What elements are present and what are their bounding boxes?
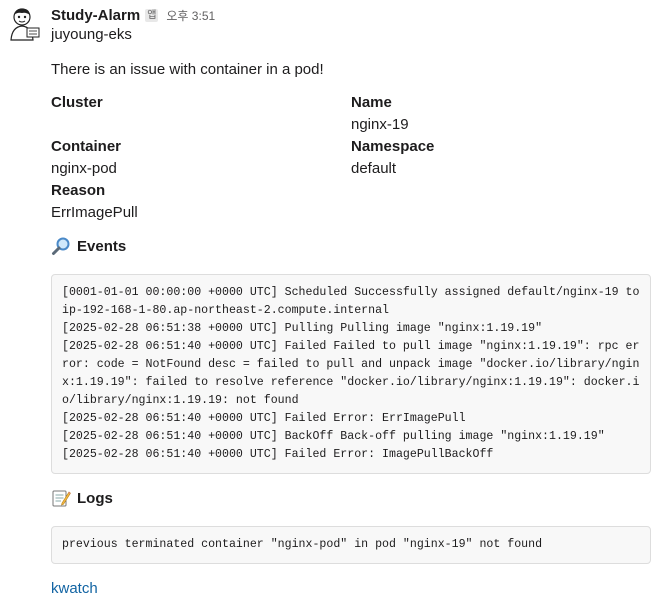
cluster-label: Cluster — [51, 94, 103, 111]
message-timestamp[interactable]: 오후 3:51 — [166, 7, 215, 24]
message-header: Study-Alarm 앱 오후 3:51 — [51, 4, 215, 26]
logs-heading: Logs — [51, 488, 113, 508]
logs-title: Logs — [77, 489, 113, 507]
container-label: Container — [51, 138, 122, 155]
log-line: previous terminated container "nginx-pod… — [62, 538, 543, 551]
event-line: [2025-02-28 06:51:40 +0000 UTC] Failed E… — [62, 412, 466, 425]
memo-pencil-icon — [51, 488, 71, 508]
cluster-line: juyoung-eks — [51, 26, 132, 43]
event-line: [2025-02-28 06:51:40 +0000 UTC] Failed E… — [62, 448, 494, 461]
events-title: Events — [77, 237, 127, 255]
events-code-block[interactable]: [0001-01-01 00:00:00 +0000 UTC] Schedule… — [51, 274, 651, 474]
alert-intro: There is an issue with container in a po… — [51, 61, 324, 78]
namespace-label: Namespace — [351, 138, 435, 155]
reason-value: ErrImagePull — [51, 204, 138, 221]
event-line: [2025-02-28 06:51:40 +0000 UTC] Failed F… — [62, 340, 640, 407]
reason-label: Reason — [51, 182, 106, 199]
event-line: [0001-01-01 00:00:00 +0000 UTC] Schedule… — [62, 286, 647, 317]
event-line: [2025-02-28 06:51:40 +0000 UTC] BackOff … — [62, 430, 605, 443]
magnifying-glass-icon — [51, 236, 71, 256]
logs-code-block[interactable]: previous terminated container "nginx-pod… — [51, 526, 651, 564]
name-label: Name — [351, 94, 392, 111]
event-line: [2025-02-28 06:51:38 +0000 UTC] Pulling … — [62, 322, 543, 335]
namespace-value: default — [351, 160, 397, 177]
container-value: nginx-pod — [51, 160, 117, 177]
app-badge: 앱 — [145, 8, 159, 22]
name-value: nginx-19 — [351, 116, 409, 133]
sender-name[interactable]: Study-Alarm — [51, 7, 140, 24]
events-heading: Events — [51, 236, 126, 256]
kwatch-link[interactable]: kwatch — [51, 580, 98, 597]
cartoon-avatar-icon[interactable] — [6, 6, 42, 42]
